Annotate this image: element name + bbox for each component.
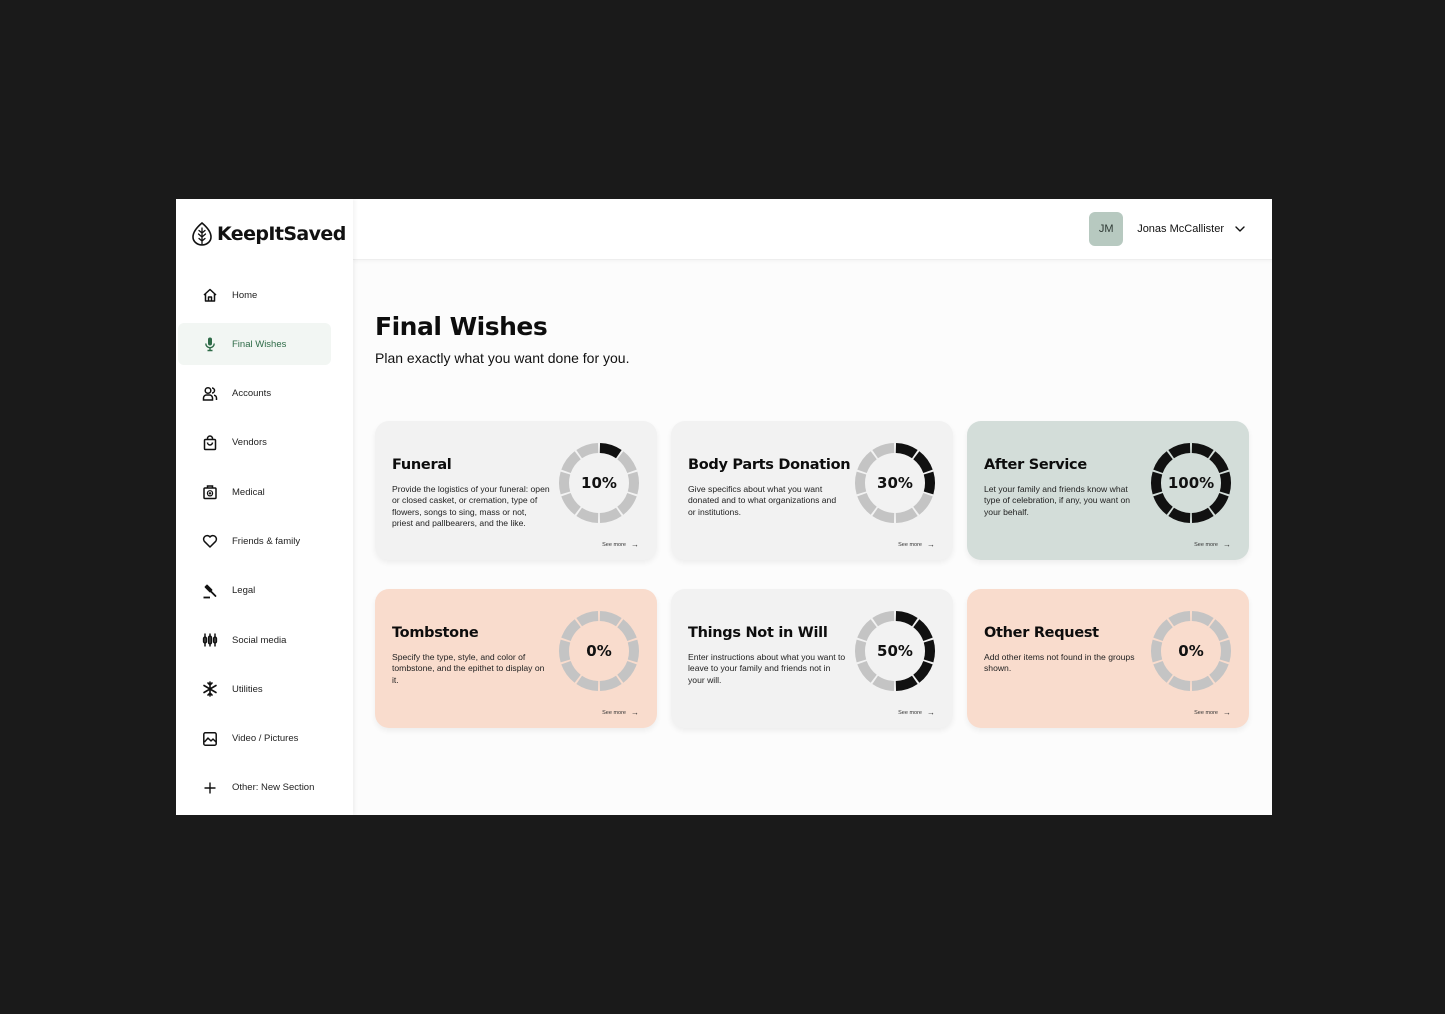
card-description: Provide the logistics of your funeral: o…	[392, 484, 550, 528]
card-tombstone[interactable]: Tombstone Specify the type, style, and c…	[375, 589, 657, 728]
sidebar-nav: Home Final Wishes Accounts Vendors Medic…	[176, 274, 353, 809]
arrow-right-icon: →	[1223, 540, 1231, 549]
brand-name: KeepItSaved	[217, 223, 346, 245]
medical-kit-icon	[202, 484, 218, 500]
page-title: Final Wishes	[375, 312, 548, 341]
progress-label: 0%	[586, 642, 612, 660]
sidebar-item-friends-family[interactable]: Friends & family	[178, 520, 331, 562]
sidebar-item-legal[interactable]: Legal	[178, 570, 331, 612]
chevron-down-icon[interactable]	[1234, 223, 1246, 235]
plus-icon	[202, 780, 218, 796]
arrow-right-icon: →	[631, 540, 639, 549]
snowflake-icon	[202, 681, 218, 698]
sidebar-item-label: Accounts	[232, 388, 272, 400]
sidebar-item-label: Home	[232, 289, 258, 301]
progress-label: 30%	[877, 474, 913, 492]
see-more-link[interactable]: See more →	[602, 708, 639, 717]
avatar[interactable]: JM	[1089, 212, 1124, 246]
card-description: Add other items not found in the groups …	[984, 652, 1135, 674]
page-subtitle: Plan exactly what you want done for you.	[375, 350, 630, 366]
sidebar-item-label: Legal	[232, 585, 256, 597]
card-description: Enter instructions about what you want t…	[688, 652, 846, 685]
sidebar-item-vendors[interactable]: Vendors	[178, 422, 331, 464]
see-more-label: See more	[1194, 541, 1218, 548]
main-content: JM Jonas McCallister Final Wishes Plan e…	[353, 199, 1272, 815]
see-more-link[interactable]: See more →	[1194, 540, 1231, 549]
card-description: Specify the type, style, and color of to…	[392, 652, 545, 685]
card-description: Give specifics about what you want donat…	[688, 484, 837, 517]
card-funeral[interactable]: Funeral Provide the logistics of your fu…	[375, 421, 657, 560]
sidebar-item-label: Friends & family	[232, 535, 301, 547]
see-more-label: See more	[898, 709, 922, 716]
card-body-parts-donation[interactable]: Body Parts Donation Give specifics about…	[671, 421, 953, 560]
see-more-label: See more	[602, 541, 626, 548]
sidebar: KeepItSaved Home Final Wishes Accounts V…	[176, 199, 353, 815]
arrow-right-icon: →	[927, 540, 935, 549]
see-more-link[interactable]: See more →	[898, 540, 935, 549]
user-name[interactable]: Jonas McCallister	[1137, 223, 1224, 235]
arrow-right-icon: →	[1223, 708, 1231, 717]
see-more-link[interactable]: See more →	[898, 708, 935, 717]
sidebar-item-utilities[interactable]: Utilities	[178, 668, 331, 710]
sidebar-item-final-wishes[interactable]: Final Wishes	[178, 323, 331, 366]
progress-label: 10%	[581, 474, 617, 492]
sidebar-item-video-pictures[interactable]: Video / Pictures	[178, 718, 331, 760]
home-icon	[202, 287, 218, 303]
sidebar-item-label: Medical	[232, 486, 265, 498]
sidebar-item-label: Final Wishes	[232, 338, 287, 350]
card-description: Let your family and friends know what ty…	[984, 484, 1131, 517]
app-window: KeepItSaved Home Final Wishes Accounts V…	[176, 199, 1272, 815]
sidebar-item-label: Utilities	[232, 683, 263, 695]
users-icon	[202, 386, 218, 402]
social-icon	[202, 632, 218, 648]
sidebar-item-label: Video / Pictures	[232, 733, 299, 745]
see-more-label: See more	[898, 541, 922, 548]
image-icon	[202, 731, 218, 747]
gavel-icon	[202, 583, 218, 599]
heart-icon	[202, 533, 218, 549]
sidebar-item-other-new-section[interactable]: Other: New Section	[178, 767, 331, 809]
top-bar: JM Jonas McCallister	[353, 199, 1272, 260]
progress-label: 50%	[877, 642, 913, 660]
card-after-service[interactable]: After Service Let your family and friend…	[967, 421, 1249, 560]
sidebar-item-label: Social media	[232, 634, 287, 646]
sidebar-item-accounts[interactable]: Accounts	[178, 373, 331, 415]
see-more-label: See more	[1194, 709, 1218, 716]
progress-label: 0%	[1178, 642, 1204, 660]
logo[interactable]: KeepItSaved	[176, 199, 353, 269]
sidebar-item-medical[interactable]: Medical	[178, 471, 331, 513]
card-other-request[interactable]: Other Request Add other items not found …	[967, 589, 1249, 728]
see-more-link[interactable]: See more →	[1194, 708, 1231, 717]
card-things-not-in-will[interactable]: Things Not in Will Enter instructions ab…	[671, 589, 953, 728]
wish-cards-grid: Funeral Provide the logistics of your fu…	[375, 421, 1249, 728]
see-more-label: See more	[602, 709, 626, 716]
arrow-right-icon: →	[927, 708, 935, 717]
see-more-link[interactable]: See more →	[602, 540, 639, 549]
leaf-logo-icon	[192, 222, 212, 246]
shopping-bag-icon	[202, 435, 218, 451]
sidebar-item-home[interactable]: Home	[178, 274, 331, 316]
sidebar-item-label: Vendors	[232, 437, 267, 449]
microphone-icon	[202, 336, 218, 352]
sidebar-item-social-media[interactable]: Social media	[178, 619, 331, 661]
arrow-right-icon: →	[631, 708, 639, 717]
progress-label: 100%	[1167, 474, 1215, 492]
sidebar-item-label: Other: New Section	[232, 782, 315, 794]
